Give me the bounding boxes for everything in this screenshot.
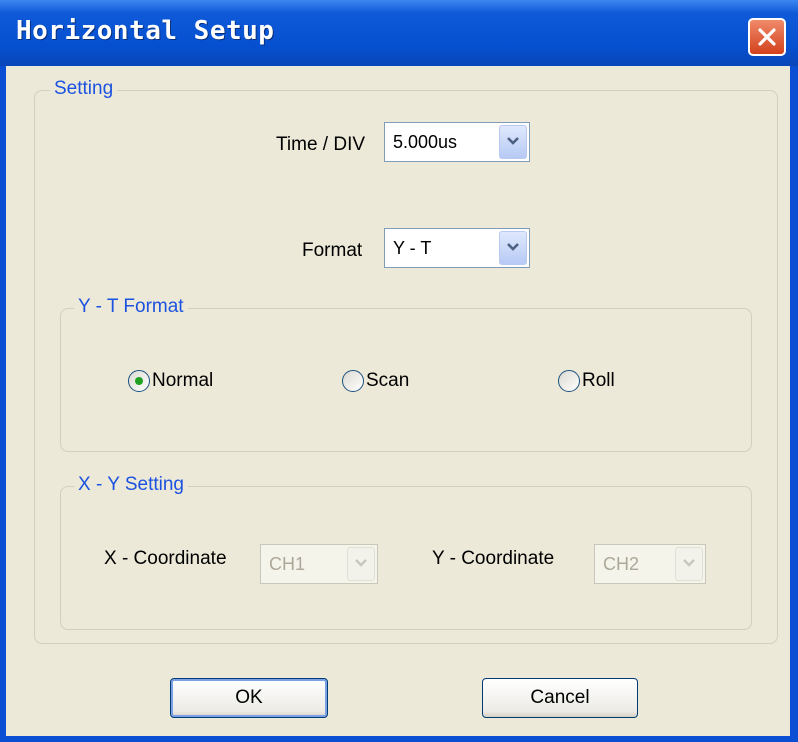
time-div-select[interactable]: 5.000us bbox=[384, 122, 530, 162]
ok-button[interactable]: OK bbox=[170, 678, 328, 718]
dialog-body: Setting Time / DIV 5.000us Format Y - T … bbox=[6, 66, 790, 736]
radio-scan-label: Scan bbox=[366, 370, 410, 391]
radio-scan-button[interactable] bbox=[342, 370, 364, 392]
setting-group-legend: Setting bbox=[50, 78, 118, 100]
title-bar[interactable]: Horizontal Setup bbox=[0, 0, 798, 66]
format-label: Format bbox=[302, 240, 363, 261]
radio-roll-label: Roll bbox=[582, 370, 615, 391]
y-coordinate-value: CH2 bbox=[603, 554, 640, 574]
window-title: Horizontal Setup bbox=[16, 16, 275, 46]
radio-normal[interactable]: Normal bbox=[128, 368, 238, 398]
chevron-down-icon bbox=[683, 559, 695, 567]
radio-selected-dot bbox=[135, 377, 143, 385]
radio-normal-button[interactable] bbox=[128, 370, 150, 392]
format-select[interactable]: Y - T bbox=[384, 228, 530, 268]
radio-roll-button[interactable] bbox=[558, 370, 580, 392]
yt-format-group-legend: Y - T Format bbox=[74, 296, 188, 318]
x-coordinate-value: CH1 bbox=[269, 554, 306, 574]
y-coordinate-select[interactable]: CH2 bbox=[594, 544, 706, 584]
close-icon bbox=[758, 28, 776, 46]
x-coordinate-dropdown-button[interactable] bbox=[347, 547, 375, 581]
y-coordinate-dropdown-button[interactable] bbox=[675, 547, 703, 581]
radio-normal-label: Normal bbox=[152, 370, 214, 391]
xy-setting-group-legend: X - Y Setting bbox=[74, 474, 188, 496]
format-dropdown-button[interactable] bbox=[499, 231, 527, 265]
dialog-window: Horizontal Setup Setting Time / DIV 5.00… bbox=[0, 0, 798, 742]
close-button[interactable] bbox=[748, 18, 786, 56]
chevron-down-icon bbox=[507, 137, 519, 145]
chevron-down-icon bbox=[507, 243, 519, 251]
time-div-value: 5.000us bbox=[393, 132, 458, 152]
x-coordinate-select[interactable]: CH1 bbox=[260, 544, 378, 584]
x-coordinate-label: X - Coordinate bbox=[104, 548, 227, 569]
cancel-button[interactable]: Cancel bbox=[482, 678, 638, 718]
radio-scan[interactable]: Scan bbox=[342, 368, 442, 398]
chevron-down-icon bbox=[355, 559, 367, 567]
y-coordinate-label: Y - Coordinate bbox=[432, 548, 555, 569]
time-div-label: Time / DIV bbox=[276, 134, 366, 155]
format-value: Y - T bbox=[393, 238, 432, 258]
radio-roll[interactable]: Roll bbox=[558, 368, 648, 398]
time-div-dropdown-button[interactable] bbox=[499, 125, 527, 159]
